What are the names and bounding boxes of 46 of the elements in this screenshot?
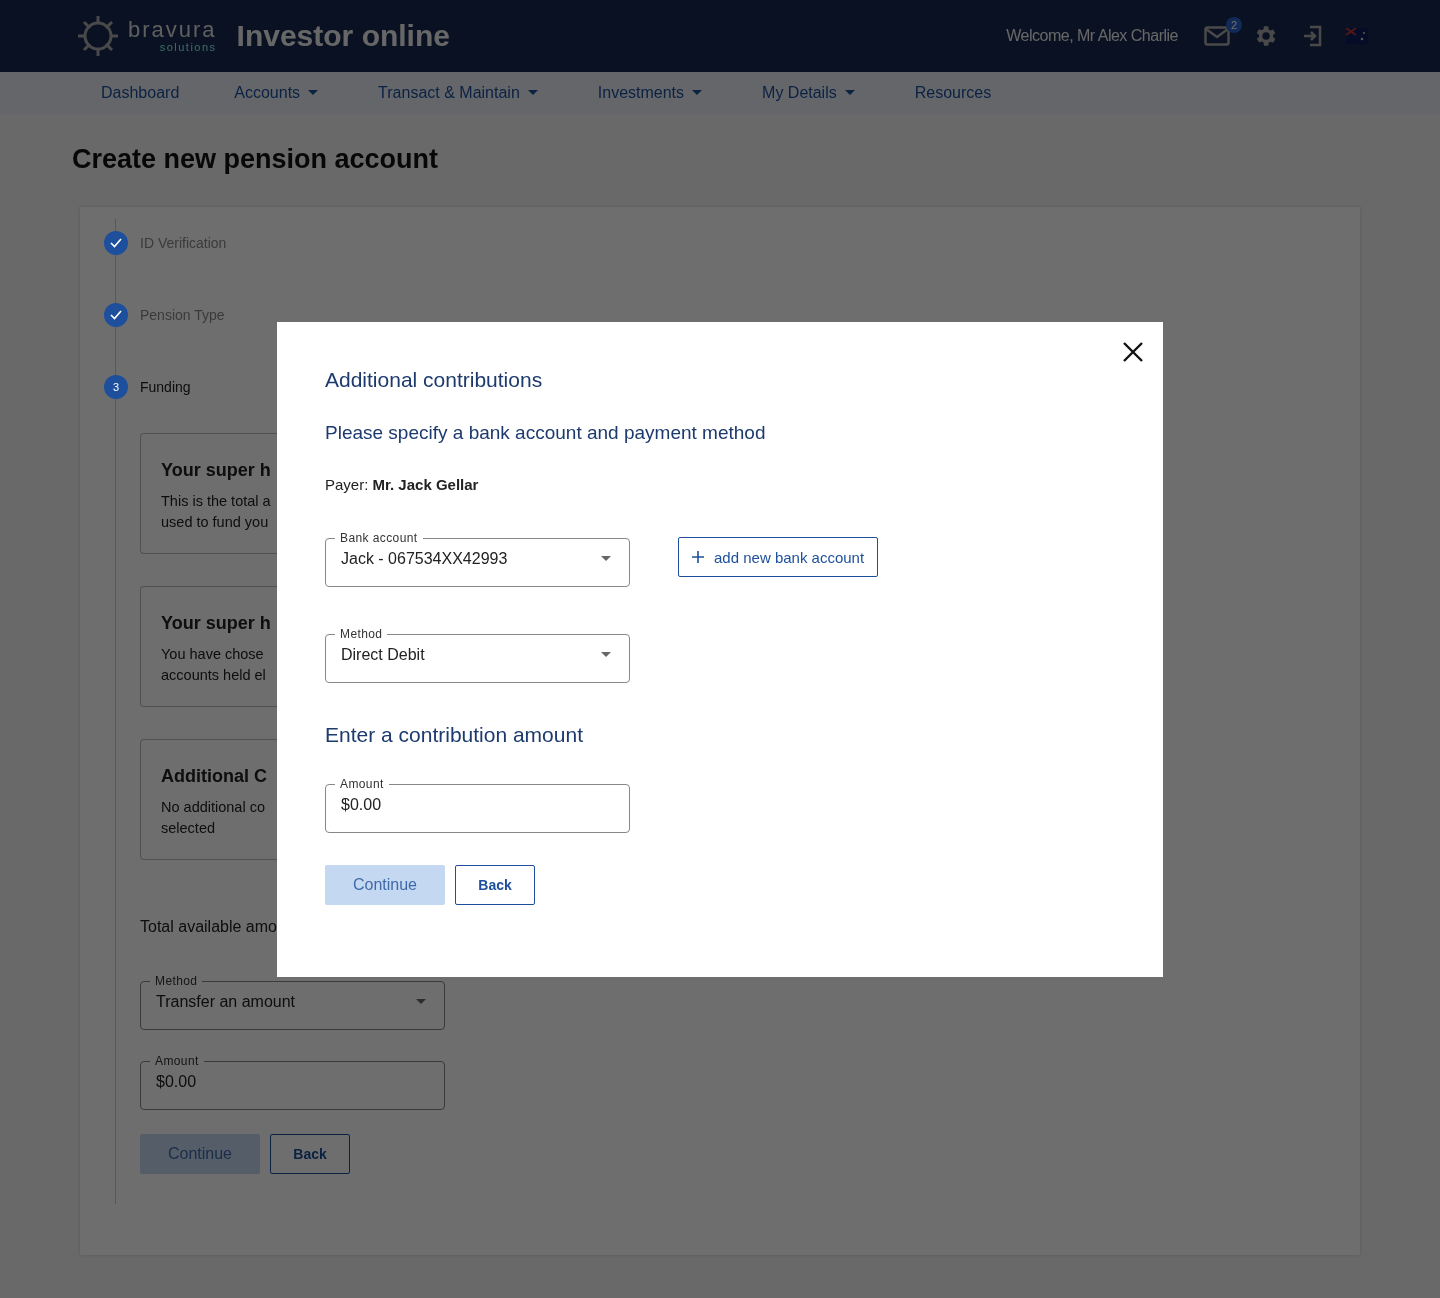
nav-link[interactable]: Transact & Maintain <box>378 84 538 102</box>
dropdown-caret-icon[interactable] <box>601 652 611 657</box>
brand-name: bravura <box>128 19 217 41</box>
section-heading: Enter a contribution amount <box>325 723 584 747</box>
mail-icon[interactable] <box>1204 26 1230 46</box>
nav-link[interactable]: Investments <box>597 84 703 102</box>
input-field[interactable]: Amount $0.00 <box>325 777 630 833</box>
card-text: selected <box>161 819 216 838</box>
caret-icon[interactable] <box>692 90 703 96</box>
card-text: This is the total a <box>161 492 272 511</box>
total-label: Total available amo <box>140 918 278 936</box>
notification-badge: 2 <box>1226 17 1242 33</box>
back-button[interactable]: Back <box>270 1134 350 1174</box>
nav-link[interactable]: Resources <box>914 84 992 102</box>
card-title: Your super h <box>161 460 272 481</box>
card-text: You have chose <box>161 645 265 664</box>
back-button[interactable]: Back <box>455 865 535 905</box>
card-title: Additional C <box>161 766 268 787</box>
card-text: accounts held el <box>161 666 267 685</box>
flag-icon[interactable] <box>1346 28 1368 44</box>
caret-icon[interactable] <box>527 90 538 96</box>
app-title: Investor online <box>236 19 450 53</box>
welcome-text: Welcome, Mr Alex Charlie <box>1006 27 1178 45</box>
caret-icon[interactable] <box>844 90 855 96</box>
card-text: used to fund you <box>161 513 270 532</box>
select-field[interactable]: Method Direct Debit <box>325 627 630 683</box>
nav-link[interactable]: Accounts <box>234 84 319 102</box>
nav-link[interactable]: My Details <box>762 84 855 102</box>
dialog-title: Additional contributions <box>325 368 544 392</box>
step-label: Funding <box>140 379 191 395</box>
input-field[interactable]: Amount $0.00 <box>140 1054 445 1110</box>
card-text: No additional co <box>161 798 266 817</box>
dropdown-caret-icon[interactable] <box>601 556 611 561</box>
dialog-subtitle: Please specify a bank account and payment method <box>325 422 767 444</box>
select-field[interactable]: Bank account Jack - 067534XX42993 <box>325 531 630 587</box>
step-indicator: 3 <box>104 375 128 399</box>
caret-icon[interactable] <box>308 90 319 96</box>
dropdown-caret-icon[interactable] <box>416 999 426 1004</box>
card-title: Your super h <box>161 613 272 634</box>
payer-text: Payer: Mr. Jack Gellar <box>325 476 480 493</box>
plus-icon <box>692 551 704 563</box>
add-bank-account-button[interactable]: add new bank account <box>678 537 879 577</box>
nav-link[interactable]: Dashboard <box>101 84 180 102</box>
page-title: Create new pension account <box>72 144 440 175</box>
brand-tagline: solutions <box>159 41 217 53</box>
close-icon[interactable] <box>1123 342 1143 362</box>
